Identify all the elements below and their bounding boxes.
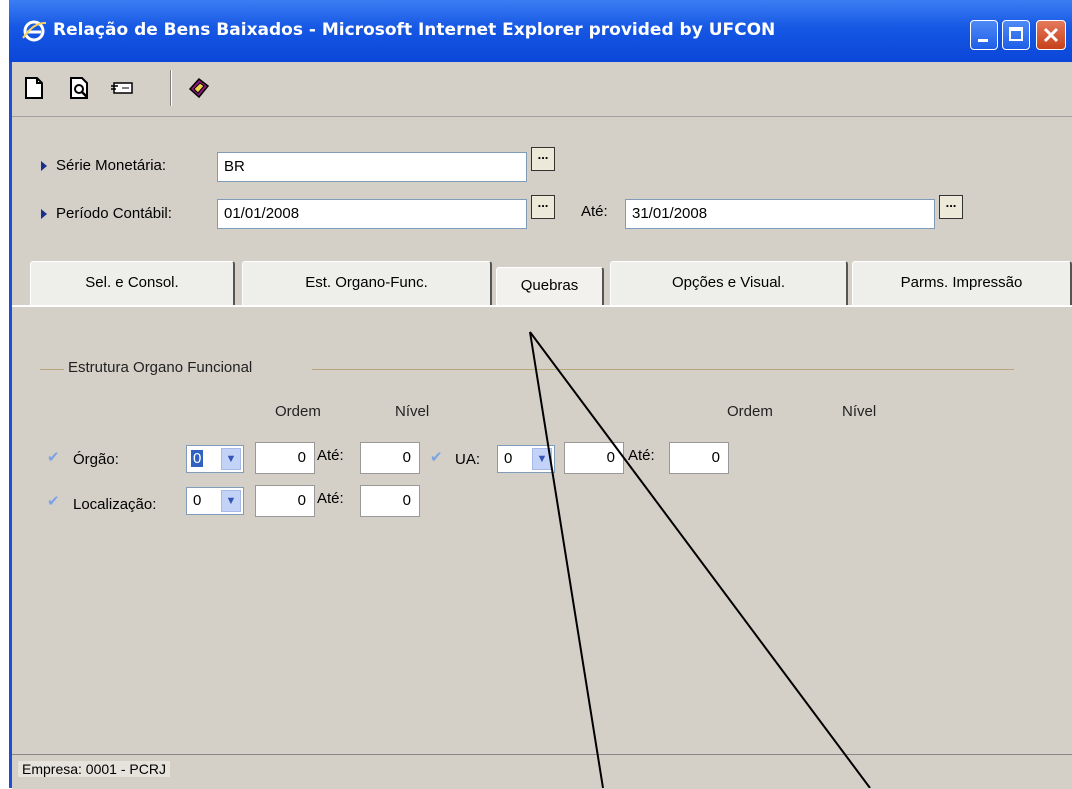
- ua-select[interactable]: 0 ▼: [497, 445, 555, 473]
- status-text: Empresa: 0001 - PCRJ: [18, 761, 170, 777]
- orgao-nivel-input[interactable]: 0: [360, 442, 420, 474]
- orgao-check-icon: ✔: [47, 449, 60, 466]
- localizacao-check-icon: ✔: [47, 493, 60, 510]
- browser-window: Relação de Bens Baixados - Microsoft Int…: [9, 0, 1072, 789]
- title-bar[interactable]: Relação de Bens Baixados - Microsoft Int…: [9, 0, 1072, 62]
- maximize-icon: [1009, 27, 1023, 41]
- tab-bar-divider: [12, 305, 1072, 307]
- group-line-right: [312, 369, 1014, 370]
- localizacao-label: Localização:: [73, 496, 157, 513]
- chevron-down-icon[interactable]: ▼: [221, 490, 241, 512]
- serie-bullet-icon: [41, 161, 47, 171]
- serie-monetaria-field[interactable]: BR: [217, 152, 527, 182]
- window-title: Relação de Bens Baixados - Microsoft Int…: [53, 20, 776, 40]
- localizacao-nivel-input[interactable]: 0: [360, 485, 420, 517]
- localizacao-ordem-input[interactable]: 0: [255, 485, 315, 517]
- periodo-to-browse-button[interactable]: ...: [939, 195, 963, 219]
- orgao-ordem-header: Ordem: [275, 403, 321, 420]
- card-icon[interactable]: [110, 75, 136, 101]
- ua-ate-label: Até:: [628, 447, 655, 464]
- ua-ordem-input[interactable]: 0: [564, 442, 624, 474]
- periodo-to-field[interactable]: 31/01/2008: [625, 199, 935, 229]
- ua-select-value: 0: [504, 450, 513, 467]
- periodo-from-field[interactable]: 01/01/2008: [217, 199, 527, 229]
- internet-explorer-icon: [22, 20, 47, 42]
- periodo-label: Período Contábil:: [56, 205, 172, 222]
- book-icon[interactable]: [186, 75, 212, 101]
- localizacao-ate-label: Até:: [317, 490, 344, 507]
- periodo-ate-label: Até:: [581, 203, 608, 220]
- group-line-left: [40, 369, 64, 370]
- close-button[interactable]: [1036, 20, 1066, 50]
- tab-parms-impressao[interactable]: Parms. Impressão: [852, 261, 1072, 305]
- ua-nivel-header: Nível: [842, 403, 877, 420]
- serie-browse-button[interactable]: ...: [531, 147, 555, 171]
- orgao-nivel-header: Nível: [395, 403, 430, 420]
- chevron-down-icon[interactable]: ▼: [221, 448, 241, 470]
- localizacao-select[interactable]: 0 ▼: [186, 487, 244, 515]
- maximize-button[interactable]: [1002, 20, 1030, 50]
- toolbar: [12, 62, 1072, 117]
- serie-label: Série Monetária:: [56, 157, 167, 174]
- page-content: Série Monetária: BR ... Período Contábil…: [12, 62, 1072, 789]
- ua-check-icon: ✔: [430, 449, 443, 466]
- minimize-icon: [978, 39, 988, 42]
- tab-est-organo-func[interactable]: Est. Organo-Func.: [242, 261, 492, 305]
- chevron-down-icon[interactable]: ▼: [532, 448, 552, 470]
- print-preview-icon[interactable]: [67, 75, 93, 101]
- orgao-select-value: 0: [191, 450, 204, 467]
- orgao-select[interactable]: 0 ▼: [186, 445, 244, 473]
- group-title: Estrutura Organo Funcional: [68, 359, 253, 376]
- toolbar-separator: [170, 70, 171, 106]
- ua-ordem-header: Ordem: [727, 403, 773, 420]
- status-bar: Empresa: 0001 - PCRJ: [12, 754, 1072, 789]
- minimize-button[interactable]: [970, 20, 998, 50]
- orgao-ordem-input[interactable]: 0: [255, 442, 315, 474]
- ua-label: UA:: [455, 451, 481, 468]
- periodo-from-browse-button[interactable]: ...: [531, 195, 555, 219]
- orgao-label: Órgão:: [73, 451, 119, 468]
- close-icon: [1043, 27, 1059, 43]
- tab-sel-consol[interactable]: Sel. e Consol.: [30, 261, 235, 305]
- ua-nivel-input[interactable]: 0: [669, 442, 729, 474]
- orgao-ate-label: Até:: [317, 447, 344, 464]
- periodo-bullet-icon: [41, 209, 47, 219]
- tab-opcoes-visual[interactable]: Opções e Visual.: [610, 261, 848, 305]
- tab-quebras[interactable]: Quebras: [496, 267, 604, 305]
- localizacao-select-value: 0: [193, 492, 202, 509]
- new-document-icon[interactable]: [21, 75, 47, 101]
